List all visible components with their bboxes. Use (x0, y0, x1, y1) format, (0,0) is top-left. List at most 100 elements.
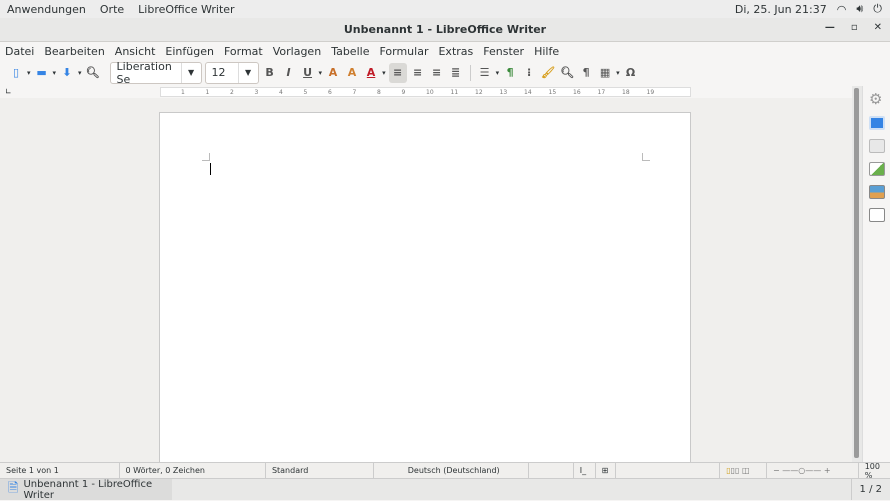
status-bar: Seite 1 von 1 0 Wörter, 0 Zeichen Standa… (0, 462, 890, 480)
ruler-tick-label: 1 (205, 89, 210, 96)
taskbar: 🗎 Unbenannt 1 - LibreOffice Writer 1 / 2 (0, 478, 890, 501)
font-size-value[interactable]: 12 (206, 66, 238, 79)
sidebar-deck: ⚙ (862, 86, 890, 462)
ruler-tick-label: 12 (475, 89, 483, 96)
font-name-combo[interactable]: Liberation Se ▼ (109, 60, 202, 86)
workspace-indicator[interactable]: 1 / 2 (850, 479, 890, 500)
menu-format[interactable]: Format (219, 45, 268, 58)
special-character-button[interactable]: Ω (623, 65, 639, 81)
paragraph-icon[interactable]: ¶ (502, 65, 518, 81)
tab-stop-icon[interactable]: ∟ (5, 87, 12, 96)
ruler-tick-label: 11 (450, 89, 459, 96)
line-spacing-icon[interactable]: ☰ (477, 65, 493, 81)
document-page[interactable] (159, 112, 691, 472)
menu-hilfe[interactable]: Hilfe (529, 45, 564, 58)
ruler-tick-label: 4 (279, 89, 283, 96)
page-count[interactable]: Seite 1 von 1 (0, 463, 120, 478)
clone-formatting-icon[interactable]: 🖌︎ (540, 65, 556, 81)
ruler-tick-label: 14 (524, 89, 532, 96)
menu-einfuegen[interactable]: Einfügen (160, 45, 219, 58)
list-icon[interactable]: ⁝ (521, 65, 537, 81)
gear-icon[interactable]: ⚙ (869, 90, 882, 108)
window-title: Unbenannt 1 - LibreOffice Writer (343, 23, 547, 36)
font-name-value[interactable]: Liberation Se (111, 60, 181, 86)
italic-button[interactable]: I (281, 65, 297, 81)
ruler-tick-label: 18 (622, 89, 630, 96)
zoom-level[interactable]: 100 % (859, 462, 890, 480)
power-icon[interactable]: ⏻ (873, 2, 882, 16)
wifi-icon[interactable]: ◠ (837, 3, 847, 16)
bold-button[interactable]: B (262, 65, 278, 81)
places-menu[interactable]: Orte (93, 3, 131, 16)
justify-icon[interactable]: ≣ (448, 65, 464, 81)
chevron-down-icon[interactable]: ▼ (237, 62, 258, 83)
page-style[interactable]: Standard (266, 463, 374, 478)
formatting-marks-button[interactable]: ¶ (578, 65, 594, 81)
properties-icon[interactable] (869, 116, 885, 130)
margin-corner (202, 153, 210, 161)
open-folder-icon[interactable]: ▬ (34, 65, 50, 81)
text-cursor (210, 163, 211, 175)
ruler-tick-label: 2 (230, 89, 234, 96)
underline-button[interactable]: U (300, 65, 316, 81)
document-icon: 🗎 (8, 480, 19, 496)
title-bar: Unbenannt 1 - LibreOffice Writer — ▫ ✕ (0, 18, 890, 42)
ruler-tick-label: 8 (377, 89, 381, 96)
ruler-tick-label: 19 (646, 89, 655, 96)
margin-corner (642, 153, 650, 161)
horizontal-ruler[interactable]: 1 1 2 3 4 5 6 7 8 9 10 11 12 13 14 15 16 17 18 19 (160, 87, 691, 97)
close-button[interactable]: ✕ (874, 22, 882, 33)
font-color-icon[interactable]: A (363, 65, 379, 81)
menu-ansicht[interactable]: Ansicht (110, 45, 161, 58)
insert-mode-icon[interactable]: I_ (574, 463, 596, 478)
menu-extras[interactable]: Extras (433, 45, 478, 58)
gallery-icon[interactable] (869, 185, 885, 199)
ruler-tick-label: 16 (573, 89, 581, 96)
language[interactable]: Deutsch (Deutschland) (374, 463, 529, 478)
menu-fenster[interactable]: Fenster (478, 45, 529, 58)
new-document-icon[interactable]: ▯ (8, 65, 24, 81)
menu-formular[interactable]: Formular (374, 45, 433, 58)
volume-icon[interactable]: 🔊︎ (856, 2, 863, 16)
formatting-toolbar: ▯ ▾ ▬ ▾ ⬇ ▾ 🔍︎ Liberation Se ▼ 12 ▼ B I U ▾ A … (0, 60, 890, 86)
word-count[interactable]: 0 Wörter, 0 Zeichen (120, 463, 266, 478)
clock[interactable]: Di, 25. Jun 21:37 (735, 3, 827, 16)
app-menu[interactable]: LibreOffice Writer (131, 3, 241, 16)
maximize-button[interactable]: ▫ (851, 22, 858, 33)
view-layout-icon[interactable]: ▯ ▯▯ ◫ (720, 463, 768, 478)
taskbar-window-button[interactable]: 🗎 Unbenannt 1 - LibreOffice Writer (0, 478, 172, 501)
ruler-tick-label: 13 (499, 89, 508, 96)
highlight-icon[interactable]: A (344, 65, 360, 81)
zoom-slider[interactable]: − ——○—— + (767, 463, 859, 478)
ruler-tick-label: 6 (328, 89, 332, 96)
menu-vorlagen[interactable]: Vorlagen (268, 45, 326, 58)
save-icon[interactable]: ⬇ (59, 65, 75, 81)
menu-tabelle[interactable]: Tabelle (326, 45, 374, 58)
navigator-icon[interactable] (869, 208, 885, 222)
ruler-tick-label: 1 (181, 89, 185, 96)
taskbar-window-label: Unbenannt 1 - LibreOffice Writer (23, 478, 153, 501)
menu-datei[interactable]: Datei (0, 45, 39, 58)
scrollbar-thumb[interactable] (854, 88, 859, 458)
divider (469, 64, 471, 81)
minimize-button[interactable]: — (825, 22, 835, 33)
chevron-down-icon[interactable]: ▼ (180, 62, 201, 83)
ruler-tick-label: 15 (548, 89, 557, 96)
font-size-combo[interactable]: 12 ▼ (204, 61, 259, 84)
table-icon[interactable]: ▦ (597, 65, 613, 81)
ruler-tick-label: 3 (254, 89, 259, 96)
align-right-icon[interactable]: ≡ (429, 65, 445, 81)
print-preview-icon[interactable]: 🔍︎ (85, 65, 101, 81)
align-left-icon[interactable]: ≡ (388, 62, 407, 83)
align-center-icon[interactable]: ≡ (410, 65, 426, 81)
styles-icon[interactable] (869, 162, 885, 176)
find-replace-icon[interactable]: 🔍︎ (559, 65, 575, 81)
selection-mode-icon[interactable]: ⊞ (596, 463, 616, 478)
menu-bearbeiten[interactable]: Bearbeiten (39, 45, 109, 58)
page-icon[interactable] (869, 139, 885, 153)
ruler-tick-label: 5 (303, 89, 308, 96)
applications-menu[interactable]: Anwendungen (0, 3, 93, 16)
vertical-scrollbar[interactable] (852, 86, 862, 462)
menu-bar: Datei Bearbeiten Ansicht Einfügen Format… (0, 42, 890, 60)
font-effects-icon[interactable]: A (325, 65, 341, 81)
